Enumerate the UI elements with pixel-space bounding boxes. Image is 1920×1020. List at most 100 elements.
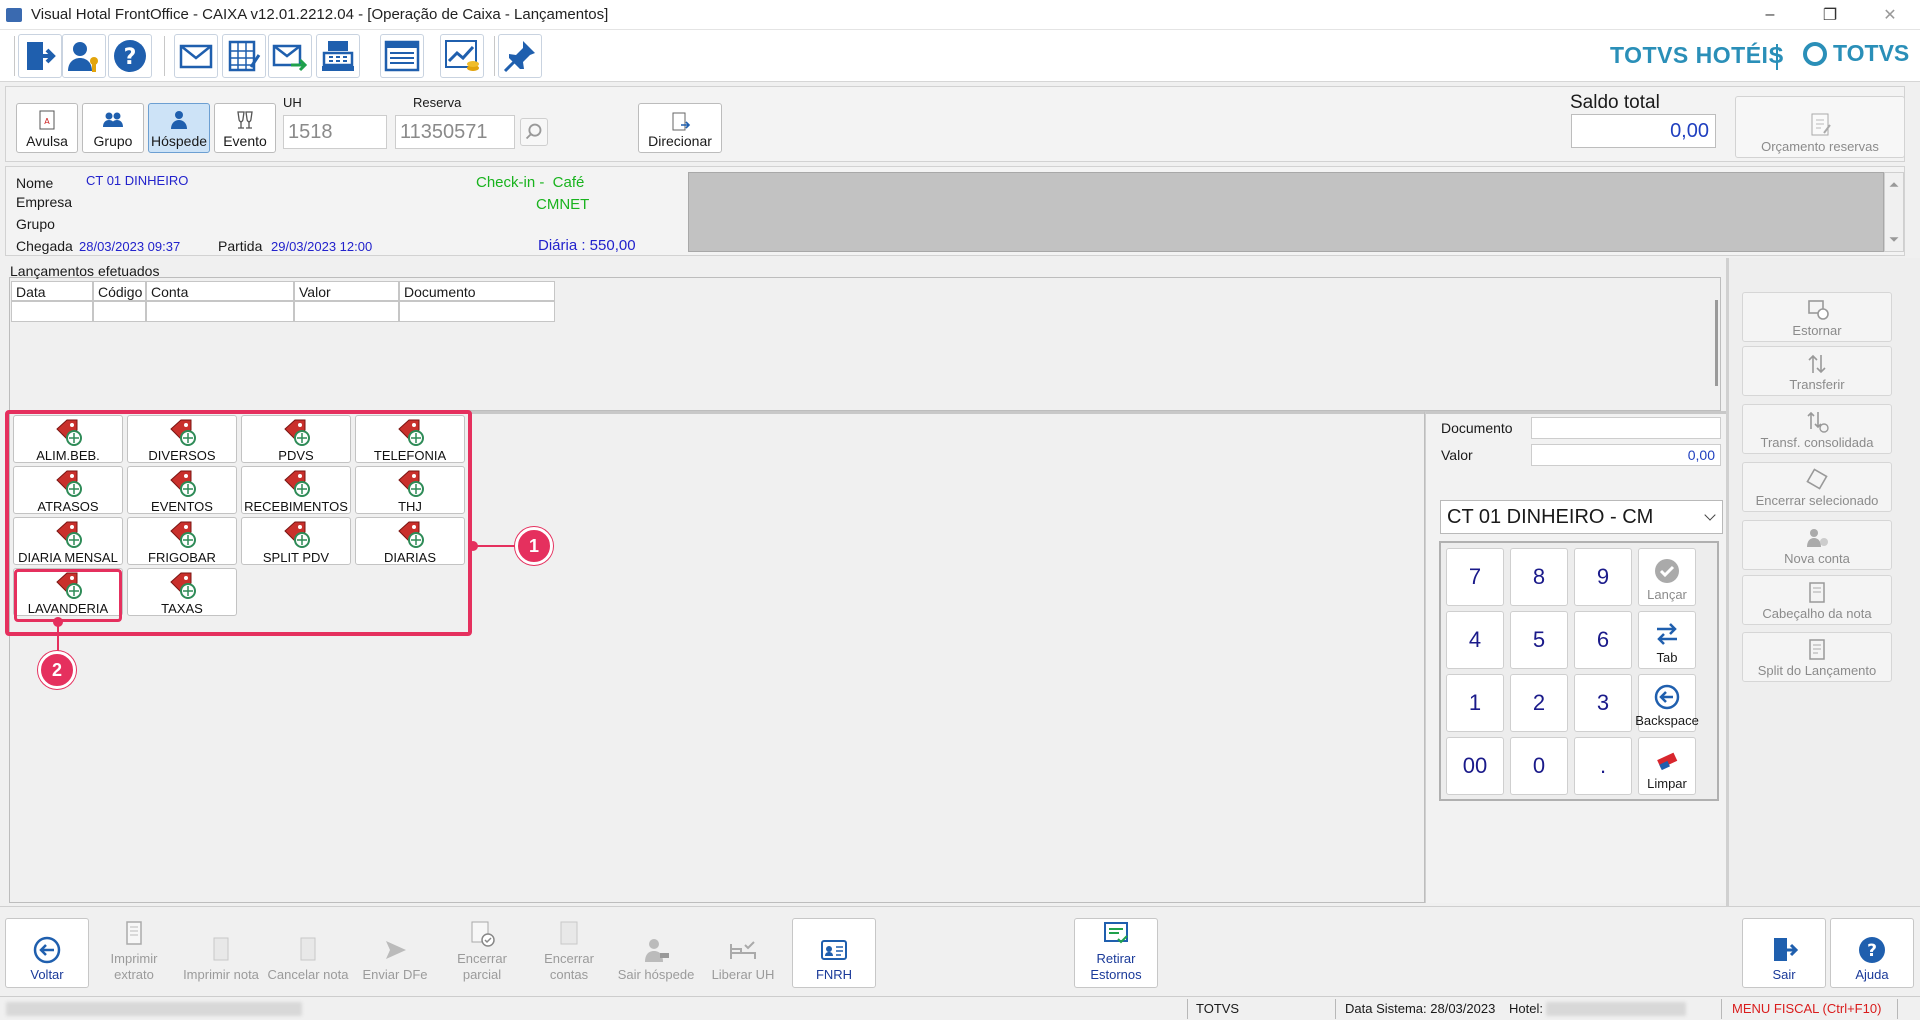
chart-coins-button[interactable]: [440, 34, 484, 78]
minimize-button[interactable]: –: [1740, 0, 1800, 30]
restore-button[interactable]: ❐: [1800, 0, 1860, 30]
menu-fiscal-link[interactable]: MENU FISCAL (Ctrl+F10): [1732, 1001, 1881, 1016]
uh-field[interactable]: 1518: [283, 115, 387, 149]
empresa-label: Empresa: [16, 194, 73, 210]
exit-door-icon: [27, 42, 56, 70]
transfer-consolidated-icon: [1807, 411, 1829, 433]
key-0-button[interactable]: 0: [1510, 737, 1568, 795]
user-key-button[interactable]: [62, 34, 106, 78]
key-9-button[interactable]: 9: [1574, 548, 1632, 606]
pin-button[interactable]: [498, 34, 542, 78]
lancamentos-title: Lançamentos efetuados: [10, 263, 160, 279]
encerrar-contas-button[interactable]: Encerrar contas: [527, 918, 611, 988]
enviar-dfe-button[interactable]: Enviar DFe: [353, 918, 437, 988]
type-hospede-button[interactable]: Hóspede: [148, 103, 210, 153]
empty-cell[interactable]: [11, 301, 93, 322]
fnrh-label: FNRH: [815, 967, 853, 982]
transferir-button[interactable]: Transferir: [1742, 346, 1892, 396]
cash-register-button[interactable]: [316, 34, 360, 78]
empty-cell[interactable]: [399, 301, 555, 322]
nome-label: Nome: [16, 175, 54, 191]
voltar-button[interactable]: Voltar: [5, 918, 89, 988]
mail-button[interactable]: [174, 34, 218, 78]
notes-scrollbar[interactable]: [1884, 172, 1904, 252]
status-data-sistema: Data Sistema: 28/03/2023: [1345, 1001, 1496, 1016]
encerrar-selecionado-button[interactable]: Encerrar selecionado: [1742, 462, 1892, 512]
mail-icon: [179, 44, 213, 69]
list-button[interactable]: [380, 34, 424, 78]
empty-cell[interactable]: [294, 301, 399, 322]
account-select[interactable]: CT 01 DINHEIRO - CM: [1440, 500, 1723, 534]
key-8-button[interactable]: 8: [1510, 548, 1568, 606]
tab-button[interactable]: Tab: [1638, 611, 1696, 669]
encerrar-parcial-button[interactable]: Encerrar parcial: [440, 918, 524, 988]
lancamentos-scrollbar[interactable]: [1715, 300, 1718, 386]
key-1-button[interactable]: 1: [1446, 674, 1504, 732]
cabecalho-nota-button[interactable]: Cabeçalho da nota: [1742, 575, 1892, 625]
search-icon: [525, 123, 542, 140]
imprimir-nota-button[interactable]: Imprimir nota: [179, 918, 263, 988]
key-3-button[interactable]: 3: [1574, 674, 1632, 732]
close-accounts-icon: [560, 921, 578, 945]
liberar-uh-button[interactable]: Liberar UH: [701, 918, 785, 988]
column-header-codigo[interactable]: Código: [93, 281, 146, 301]
help-icon: ?: [114, 40, 146, 72]
encerrar-parcial-label: Encerrar parcial: [457, 951, 507, 982]
exit-door-button[interactable]: [18, 34, 62, 78]
reserva-field[interactable]: 11350571: [395, 115, 515, 149]
column-header-data[interactable]: Data: [11, 281, 93, 301]
empty-cell[interactable]: [146, 301, 294, 322]
transfer-arrows-icon: [1808, 354, 1826, 374]
documento-field[interactable]: [1531, 417, 1721, 439]
encerrar-contas-label: Encerrar contas: [544, 951, 594, 982]
type-evento-button[interactable]: Evento: [214, 103, 276, 153]
print-note-icon: [213, 937, 229, 961]
nova-conta-button[interactable]: Nova conta: [1742, 520, 1892, 570]
cancelar-nota-button[interactable]: Cancelar nota: [266, 918, 350, 988]
backspace-arrow-icon: [1654, 684, 1680, 710]
key-4-button[interactable]: 4: [1446, 611, 1504, 669]
note-header-icon: [1809, 582, 1825, 603]
type-avulsa-button[interactable]: A Avulsa: [16, 103, 78, 153]
key-6-button[interactable]: 6: [1574, 611, 1632, 669]
key-5-button[interactable]: 5: [1510, 611, 1568, 669]
type-hospede-label: Hóspede: [150, 133, 208, 149]
help-button[interactable]: ?: [108, 34, 152, 78]
key-2-button[interactable]: 2: [1510, 674, 1568, 732]
column-header-conta[interactable]: Conta: [146, 281, 294, 301]
key-00-button[interactable]: 00: [1446, 737, 1504, 795]
backspace-label: Backspace: [1635, 713, 1699, 728]
estornar-button[interactable]: Estornar: [1742, 292, 1892, 342]
valor-field[interactable]: 0,00: [1531, 444, 1721, 466]
type-grupo-button[interactable]: Grupo: [82, 103, 144, 153]
orcamento-reservas-button[interactable]: Orçamento reservas: [1735, 96, 1905, 158]
send-icon: [386, 941, 406, 959]
sair-hospede-button[interactable]: Sair hóspede: [614, 918, 698, 988]
nova-conta-label: Nova conta: [1784, 551, 1850, 566]
close-selected-icon: [1806, 468, 1828, 490]
fnrh-button[interactable]: FNRH: [792, 918, 876, 988]
mail-send-button[interactable]: [268, 34, 312, 78]
key-7-button[interactable]: 7: [1446, 548, 1504, 606]
sair-button[interactable]: Sair: [1742, 918, 1826, 988]
calculator-grid-button[interactable]: [222, 34, 266, 78]
valor-label: Valor: [1441, 447, 1473, 463]
scroll-down-icon: [1889, 237, 1899, 242]
empty-cell[interactable]: [93, 301, 146, 322]
key-dot-button[interactable]: .: [1574, 737, 1632, 795]
ajuda-button[interactable]: ? Ajuda: [1830, 918, 1914, 988]
lancar-button[interactable]: Lançar: [1638, 548, 1696, 606]
voltar-label: Voltar: [30, 967, 64, 982]
column-header-documento[interactable]: Documento: [399, 281, 555, 301]
search-button[interactable]: [520, 118, 548, 146]
group-icon: [103, 112, 123, 127]
direcionar-button[interactable]: Direcionar: [638, 103, 722, 153]
imprimir-extrato-button[interactable]: Imprimir extrato: [92, 918, 176, 988]
retirar-estornos-button[interactable]: Retirar Estornos: [1074, 918, 1158, 988]
column-header-valor[interactable]: Valor: [294, 281, 399, 301]
transf-consolidada-button[interactable]: Transf. consolidada: [1742, 404, 1892, 454]
close-button[interactable]: ✕: [1860, 0, 1920, 30]
limpar-button[interactable]: Limpar: [1638, 737, 1696, 795]
backspace-button[interactable]: Backspace: [1635, 674, 1699, 732]
split-lancamento-button[interactable]: Split do Lançamento: [1742, 632, 1892, 682]
